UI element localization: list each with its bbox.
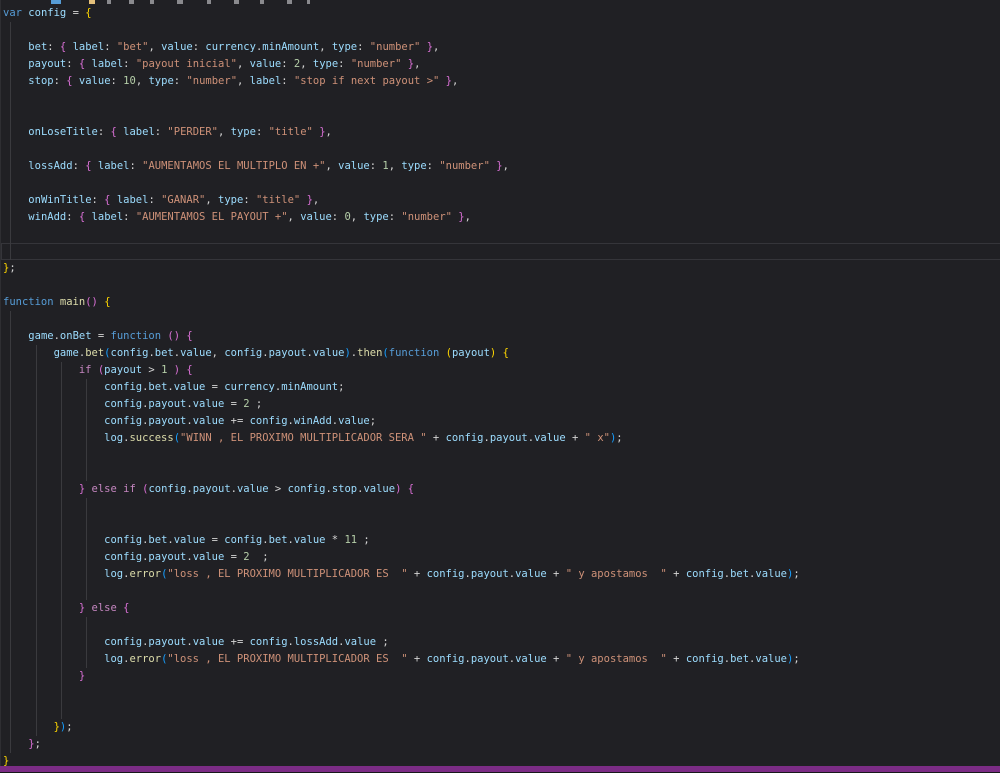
code-line[interactable]: } else if (config.payout.value > config.… [3, 481, 800, 498]
code-line[interactable]: onLoseTitle: { label: "PERDER", type: "t… [3, 124, 800, 141]
code-line[interactable]: config.payout.value += config.winAdd.val… [3, 413, 800, 430]
clipped-glyph-fragment [287, 0, 292, 4]
code-line[interactable]: game.bet(config.bet.value, config.payout… [3, 345, 800, 362]
code-line[interactable] [3, 107, 800, 124]
code-line[interactable]: log.error("loss , EL PROXIMO MULTIPLICAD… [3, 651, 800, 668]
code-line[interactable]: log.error("loss , EL PROXIMO MULTIPLICAD… [3, 566, 800, 583]
code-line[interactable]: } [3, 668, 800, 685]
code-line[interactable] [3, 311, 800, 328]
clipped-glyph-fragment [89, 0, 95, 4]
clipped-glyph-fragment [177, 0, 183, 4]
clipped-glyph-fragment [234, 0, 239, 4]
code-line[interactable] [3, 226, 800, 243]
code-line[interactable] [3, 141, 800, 158]
code-line[interactable]: log.success("WINN , EL PROXIMO MULTIPLIC… [3, 430, 800, 447]
clipped-glyph-fragment [51, 0, 61, 4]
code-line[interactable]: payout: { label: "payout inicial", value… [3, 56, 800, 73]
code-line[interactable]: }); [3, 719, 800, 736]
code-line[interactable]: } [3, 753, 800, 770]
code-line[interactable] [3, 243, 800, 260]
clipped-glyph-fragment [307, 0, 310, 4]
code-line[interactable]: bet: { label: "bet", value: currency.min… [3, 39, 800, 56]
code-line[interactable]: function main() { [3, 294, 800, 311]
code-line[interactable]: onWinTitle: { label: "GANAR", type: "tit… [3, 192, 800, 209]
code-line[interactable] [3, 498, 800, 515]
code-line[interactable]: stop: { value: 10, type: "number", label… [3, 73, 800, 90]
code-line[interactable]: } else { [3, 600, 800, 617]
code-line[interactable] [3, 277, 800, 294]
code-line[interactable] [3, 90, 800, 107]
code-line[interactable]: lossAdd: { label: "AUMENTAMOS EL MULTIPL… [3, 158, 800, 175]
code-line[interactable]: var config = { [3, 5, 800, 22]
code-line[interactable] [3, 464, 800, 481]
code-line[interactable]: }; [3, 736, 800, 753]
code-line[interactable]: config.payout.value = 2 ; [3, 549, 800, 566]
code-line[interactable] [3, 175, 800, 192]
code-line[interactable]: }; [3, 260, 800, 277]
code-line[interactable]: config.bet.value = currency.minAmount; [3, 379, 800, 396]
clipped-glyph-fragment [129, 0, 134, 4]
code-line[interactable] [3, 685, 800, 702]
code-line[interactable] [3, 22, 800, 39]
code-line[interactable]: winAdd: { label: "AUMENTAMOS EL PAYOUT +… [3, 209, 800, 226]
code-line[interactable] [3, 447, 800, 464]
clipped-glyph-fragment [260, 0, 264, 4]
code-text[interactable]: var config = { bet: { label: "bet", valu… [3, 5, 800, 770]
code-line[interactable]: config.bet.value = config.bet.value * 11… [3, 532, 800, 549]
code-line[interactable] [3, 617, 800, 634]
clipped-glyph-fragment [107, 0, 111, 4]
code-editor[interactable]: var config = { bet: { label: "bet", valu… [0, 0, 1000, 766]
code-line[interactable] [3, 515, 800, 532]
clipped-glyph-fragment [150, 0, 154, 4]
clipped-glyph-fragment [207, 0, 211, 4]
code-line[interactable]: game.onBet = function () { [3, 328, 800, 345]
code-line[interactable]: config.payout.value = 2 ; [3, 396, 800, 413]
code-line[interactable]: if (payout > 1 ) { [3, 362, 800, 379]
code-line[interactable] [3, 583, 800, 600]
code-line[interactable]: config.payout.value += config.lossAdd.va… [3, 634, 800, 651]
code-line[interactable] [3, 702, 800, 719]
